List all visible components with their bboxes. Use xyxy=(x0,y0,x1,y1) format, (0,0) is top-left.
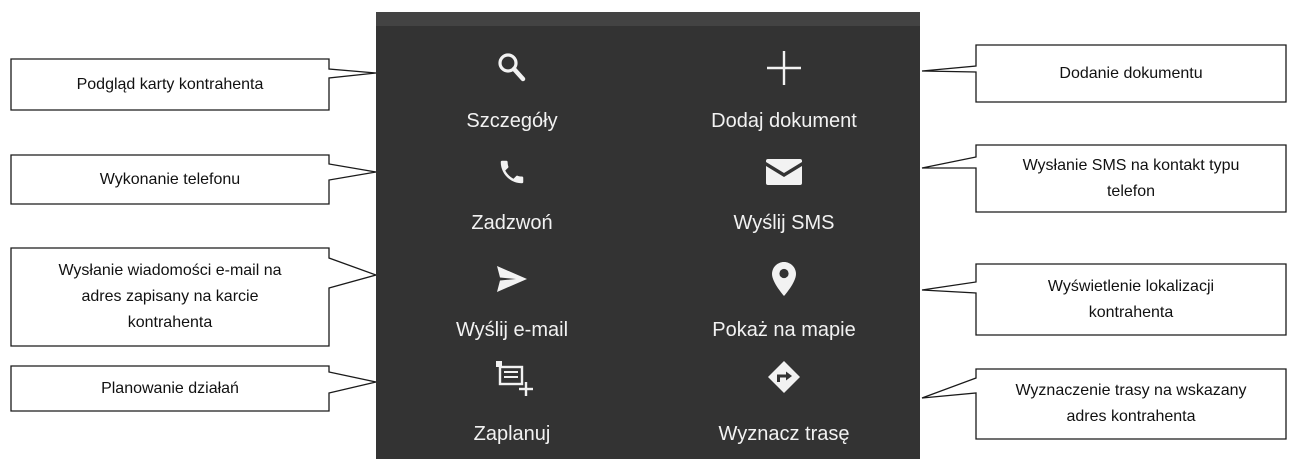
schedule-button[interactable]: Zaplanuj xyxy=(376,355,648,455)
callout-email-line-2: adres zapisany na karcie xyxy=(81,288,259,305)
contractor-actions-menu: Szczegóły Dodaj dokument Zadzwoń Wyślij … xyxy=(376,12,920,459)
callout-sms-line-1: Wysłanie SMS na kontakt typu xyxy=(1022,156,1240,174)
details-button[interactable]: Szczegóły xyxy=(376,46,648,146)
plus-icon xyxy=(648,46,920,90)
callout-call: Wykonanie telefonu xyxy=(11,155,329,204)
callout-map-line-1: Wyświetlenie lokalizacji xyxy=(1047,277,1215,295)
callout-map: Wyświetlenie lokalizacji kontrahenta xyxy=(976,264,1286,335)
callout-route-line-2: adres kontrahenta xyxy=(1066,408,1196,425)
schedule-add-icon xyxy=(376,355,648,399)
callout-email-line-1: Wysłanie wiadomości e-mail na xyxy=(58,262,282,279)
menu-top-bar xyxy=(376,12,920,26)
callout-details: Podgląd karty kontrahenta xyxy=(11,59,329,110)
callout-add-document-line: Dodanie dokumentu xyxy=(1059,64,1203,82)
callout-route: Wyznaczenie trasy na wskazany adres kont… xyxy=(976,369,1286,439)
callout-details-line: Podgląd karty kontrahenta xyxy=(76,75,264,93)
add-document-label: Dodaj dokument xyxy=(711,110,857,132)
callout-map-line-2: kontrahenta xyxy=(1088,303,1174,321)
callout-add-document: Dodanie dokumentu xyxy=(976,45,1286,102)
callout-email: Wysłanie wiadomości e-mail na adres zapi… xyxy=(11,248,329,346)
details-label: Szczegóły xyxy=(466,110,558,132)
callout-call-line: Wykonanie telefonu xyxy=(99,170,241,188)
callout-plan-line: Planowanie działań xyxy=(101,379,239,397)
schedule-label: Zaplanuj xyxy=(473,423,551,445)
directions-icon xyxy=(648,355,920,399)
callout-email-line-3: kontrahenta xyxy=(127,314,213,331)
envelope-icon xyxy=(648,150,920,194)
send-email-button[interactable]: Wyślij e-mail xyxy=(376,257,648,357)
call-button[interactable]: Zadzwoń xyxy=(376,150,648,250)
route-label: Wyznacz trasę xyxy=(718,423,850,445)
send-email-label: Wyślij e-mail xyxy=(455,319,569,341)
map-pin-icon xyxy=(648,257,920,301)
callout-plan: Planowanie działań xyxy=(11,366,329,411)
route-button[interactable]: Wyznacz trasę xyxy=(648,355,920,455)
show-on-map-label: Pokaż na mapie xyxy=(712,319,856,341)
search-icon xyxy=(376,46,648,90)
phone-icon xyxy=(376,150,648,194)
show-on-map-button[interactable]: Pokaż na mapie xyxy=(648,257,920,357)
send-sms-label: Wyślij SMS xyxy=(733,212,835,234)
send-icon xyxy=(376,257,648,301)
send-sms-button[interactable]: Wyślij SMS xyxy=(648,150,920,250)
add-document-button[interactable]: Dodaj dokument xyxy=(648,46,920,146)
callout-sms: Wysłanie SMS na kontakt typu telefon xyxy=(976,145,1286,212)
callout-route-line-1: Wyznaczenie trasy na wskazany xyxy=(1015,382,1247,399)
callout-sms-line-2: telefon xyxy=(1106,182,1156,200)
call-label: Zadzwoń xyxy=(471,212,553,234)
